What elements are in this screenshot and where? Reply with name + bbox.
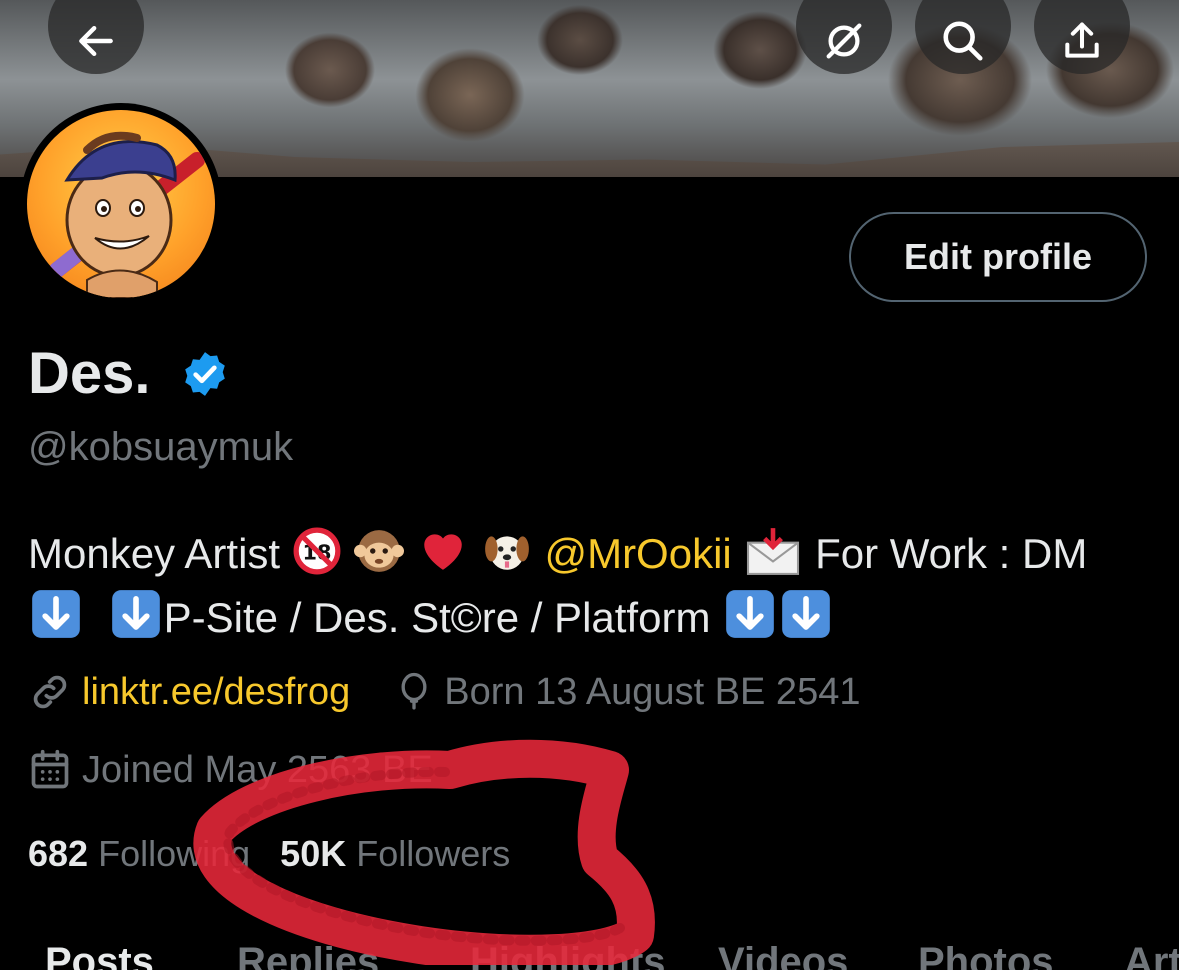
envelope-with-arrow-icon (747, 528, 800, 575)
display-name: Des. (28, 341, 151, 406)
down-arrow-icon (111, 590, 160, 638)
profile-meta-row: linktr.ee/desfrog Born 13 August BE 2541 (28, 670, 860, 714)
see-no-evil-monkey-icon (354, 530, 405, 572)
verified-badge-icon (185, 352, 225, 396)
bio-mention-link[interactable]: @MrOokii (544, 530, 731, 577)
tab-photos[interactable]: Photos (918, 940, 1054, 970)
following-count: 682 (28, 833, 89, 874)
bio: Monkey Artist 18 @MrOokii (28, 522, 1168, 650)
birthday: Born 13 August BE 2541 (444, 670, 861, 713)
bio-line-2: P-Site / Des. St©re / Platform (28, 586, 1168, 650)
profile-tabs: Posts Replies Highlights Videos Photos A… (0, 930, 1179, 970)
calendar-icon (31, 749, 69, 789)
down-arrow-icon (782, 590, 830, 638)
bio-text: Monkey Artist (28, 530, 281, 577)
balloon-icon (401, 672, 427, 710)
joined-date: Joined May 2563 BE (82, 748, 433, 791)
follow-stats: 682 Following 50K Followers (28, 833, 510, 875)
joined-row: Joined May 2563 BE (28, 748, 433, 792)
tab-replies[interactable]: Replies (237, 940, 379, 970)
no-under-18-icon: 18 (293, 527, 341, 575)
dog-face-icon (484, 536, 529, 570)
red-heart-icon (424, 534, 462, 570)
avatar-image (27, 110, 215, 298)
tab-posts[interactable]: Posts (45, 940, 154, 970)
followers-label: Followers (356, 833, 511, 874)
link-icon (33, 675, 67, 709)
arrow-left-icon (79, 25, 113, 57)
tab-videos[interactable]: Videos (718, 940, 848, 970)
following-stat[interactable]: 682 Following (28, 833, 250, 875)
bio-text: P-Site / Des. St©re / Platform (163, 594, 711, 641)
share-upload-icon (1065, 22, 1099, 58)
down-arrow-icon (726, 590, 774, 638)
profile-website-link[interactable]: linktr.ee/desfrog (82, 671, 350, 714)
down-arrow-icon (32, 590, 80, 638)
slash-circle-icon (826, 23, 862, 59)
username-handle: @kobsuaymuk (28, 425, 294, 469)
following-label: Following (98, 833, 251, 874)
bio-line-1: Monkey Artist 18 @MrOokii (28, 522, 1168, 586)
edit-profile-button[interactable]: Edit profile (849, 212, 1147, 302)
tab-highlights[interactable]: Highlights (470, 940, 666, 970)
bio-text: For Work : DM (815, 530, 1088, 577)
followers-count: 50K (280, 833, 347, 874)
followers-stat[interactable]: 50K Followers (280, 833, 510, 875)
search-icon (943, 21, 983, 61)
tab-articles[interactable]: Articles (1124, 940, 1179, 970)
avatar[interactable] (20, 103, 222, 305)
